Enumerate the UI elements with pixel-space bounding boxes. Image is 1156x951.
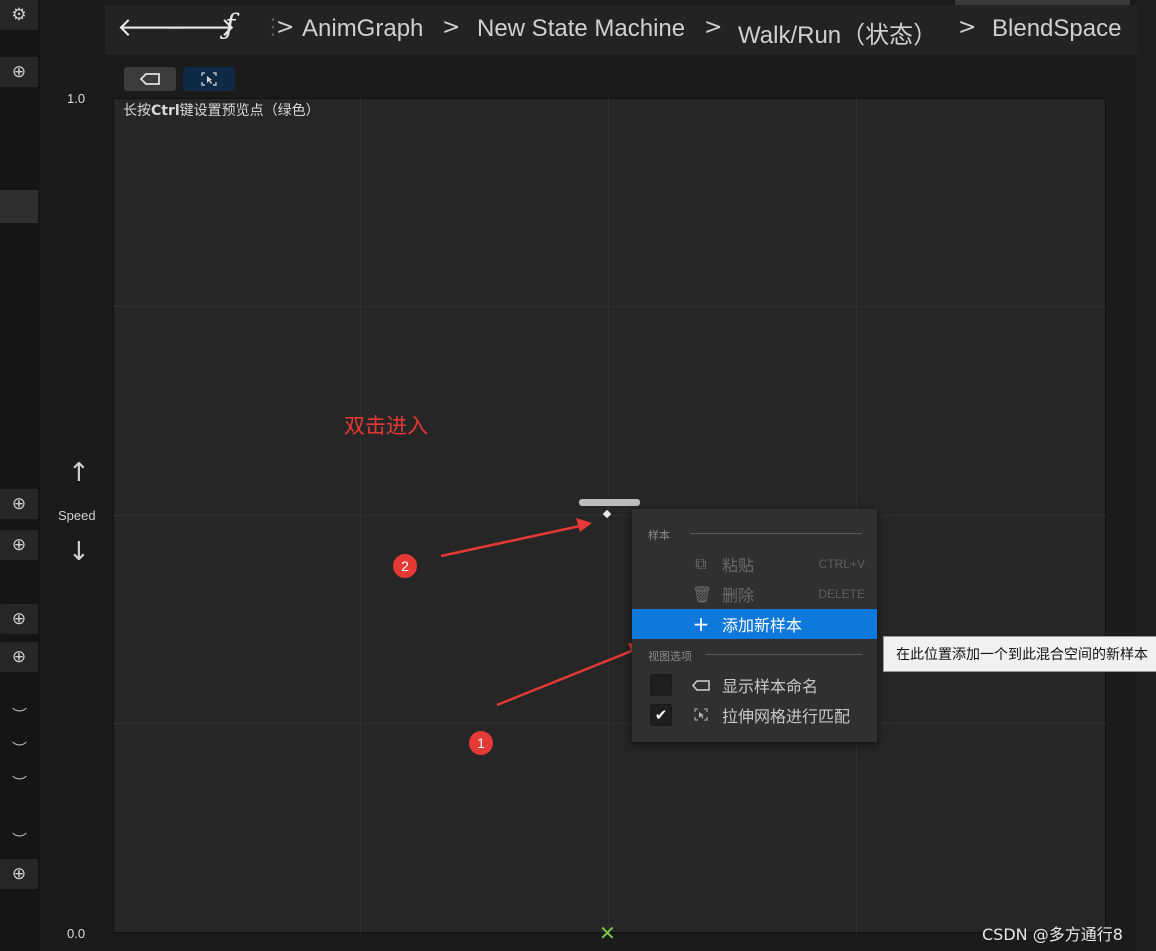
- menu-item-delete[interactable]: 🗑 删除 DELETE: [632, 579, 877, 609]
- tag-icon: [691, 676, 710, 695]
- paste-icon: ⧉: [695, 554, 707, 573]
- delete-label: 删除: [722, 586, 755, 605]
- menu-item-paste[interactable]: ⧉ 粘贴 CTRL+V: [632, 549, 877, 579]
- stretch-grid-checkbox[interactable]: ✔: [650, 704, 672, 726]
- watermark: CSDN @多方通行8: [982, 925, 1123, 944]
- annotation-badge-1: 1: [469, 731, 493, 755]
- menu-item-stretch-grid[interactable]: ✔ 拉伸网格进行匹配: [632, 700, 877, 730]
- tooltip: 在此位置添加一个到此混合空间的新样本: [883, 636, 1156, 672]
- add-sample-label: 添加新样本: [722, 616, 803, 635]
- menu-divider: [690, 533, 862, 534]
- stretch-grid-icon: [692, 706, 710, 725]
- menu-section-samples: 样本: [648, 529, 670, 542]
- menu-item-show-sample-names[interactable]: 显示样本命名: [632, 670, 877, 700]
- menu-section-view-options: 视图选项: [648, 650, 692, 663]
- menu-divider: [706, 654, 862, 655]
- paste-label: 粘贴: [722, 556, 755, 575]
- annotation-arrows: [440, 518, 645, 707]
- delete-shortcut: DELETE: [818, 587, 865, 601]
- show-names-label: 显示样本命名: [722, 677, 819, 696]
- plus-icon: +: [692, 612, 710, 636]
- checkmark-icon: ✔: [654, 706, 668, 724]
- stretch-grid-label: 拉伸网格进行匹配: [722, 707, 851, 726]
- paste-shortcut: CTRL+V: [818, 557, 865, 571]
- context-menu: 样本 ⧉ 粘贴 CTRL+V 🗑 删除 DELETE + 添加新样本 视图选项 …: [632, 509, 877, 742]
- show-names-checkbox[interactable]: [650, 674, 672, 696]
- tooltip-text: 在此位置添加一个到此混合空间的新样本: [896, 647, 1148, 663]
- menu-item-add-sample[interactable]: + 添加新样本: [632, 609, 877, 639]
- annotation-badge-2: 2: [393, 554, 417, 578]
- trash-icon: 🗑: [692, 584, 713, 604]
